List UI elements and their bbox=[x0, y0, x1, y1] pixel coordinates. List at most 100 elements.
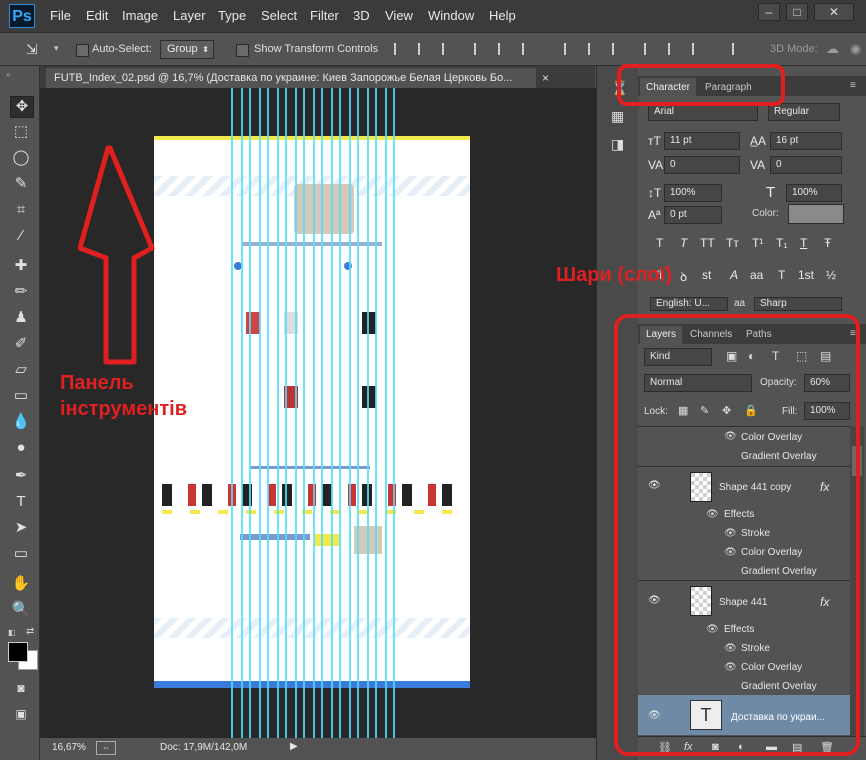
quick-mask-icon[interactable]: ◙ bbox=[10, 678, 32, 698]
foreground-color-swatch[interactable] bbox=[8, 642, 28, 662]
lasso-tool-icon[interactable]: ◯ bbox=[10, 148, 32, 168]
quick-selection-tool-icon[interactable]: ✎ bbox=[10, 174, 32, 194]
properties-panel-icon[interactable]: ▦ bbox=[611, 108, 624, 125]
menu-type[interactable]: Type bbox=[218, 8, 246, 23]
healing-brush-tool-icon[interactable]: ✚ bbox=[10, 256, 32, 276]
move-tool-icon[interactable]: ⇲ bbox=[26, 41, 38, 58]
distribute-hcenter-icon[interactable] bbox=[668, 43, 684, 55]
kerning-value: 0 bbox=[670, 159, 676, 170]
gradient-tool-icon[interactable]: ▭ bbox=[10, 386, 32, 406]
horizontal-scale-field[interactable]: 100% bbox=[786, 184, 842, 202]
align-bottom-icon[interactable] bbox=[442, 43, 458, 55]
auto-select-type-dropdown[interactable]: Group ⬍ bbox=[160, 40, 214, 59]
distribute-vcenter-icon[interactable] bbox=[588, 43, 604, 55]
distribute-bottom-icon[interactable] bbox=[612, 43, 628, 55]
leading-value: 16 pt bbox=[776, 135, 799, 146]
underline-button[interactable]: T bbox=[800, 236, 807, 250]
zoom-tool-icon[interactable]: 🔍 bbox=[10, 600, 32, 620]
maximize-button[interactable]: □ bbox=[786, 3, 808, 21]
auto-align-icon[interactable] bbox=[732, 43, 748, 55]
status-menu-arrow-icon[interactable]: ▶ bbox=[290, 741, 298, 752]
guide-line bbox=[339, 88, 341, 738]
old-style-button[interactable]: ꝺ bbox=[680, 268, 687, 285]
align-left-icon[interactable] bbox=[474, 43, 490, 55]
tool-preset-chevron-icon[interactable]: ▾ bbox=[54, 43, 59, 54]
menu-help[interactable]: Help bbox=[489, 8, 516, 23]
small-caps-button[interactable]: Tт bbox=[726, 236, 739, 250]
align-right-icon[interactable] bbox=[522, 43, 538, 55]
faux-italic-button[interactable]: T bbox=[680, 236, 687, 250]
annotation-layers-highlight bbox=[614, 314, 860, 756]
menu-layer[interactable]: Layer bbox=[173, 8, 206, 23]
antialias-dropdown[interactable]: Sharp bbox=[754, 297, 842, 311]
history-brush-tool-icon[interactable]: ✐ bbox=[10, 334, 32, 354]
align-vcenter-icon[interactable] bbox=[418, 43, 434, 55]
menu-select[interactable]: Select bbox=[261, 8, 297, 23]
menu-filter[interactable]: Filter bbox=[310, 8, 339, 23]
menu-file[interactable]: File bbox=[50, 8, 71, 23]
document-canvas[interactable] bbox=[154, 136, 470, 688]
clone-stamp-tool-icon[interactable]: ♟ bbox=[10, 308, 32, 328]
menu-view[interactable]: View bbox=[385, 8, 413, 23]
align-hcenter-icon[interactable] bbox=[498, 43, 514, 55]
document-tab[interactable]: FUTB_Index_02.psd @ 16,7% (Доставка по у… bbox=[46, 68, 536, 88]
swap-colors-icon[interactable]: ⇄ bbox=[26, 626, 34, 637]
minimize-button[interactable]: – bbox=[758, 3, 780, 21]
screen-mode-icon[interactable]: ▣ bbox=[10, 704, 32, 724]
3d-roll-icon[interactable]: ◉ bbox=[850, 41, 861, 57]
titling-alternates-button[interactable]: T bbox=[778, 268, 785, 282]
show-transform-checkbox[interactable] bbox=[236, 44, 249, 57]
ordinals-button[interactable]: 1st bbox=[798, 268, 814, 282]
discretionary-ligatures-button[interactable]: st bbox=[702, 268, 711, 282]
panel-menu-icon[interactable]: ≡ bbox=[850, 80, 856, 91]
3d-rotate-icon[interactable]: ☁ bbox=[826, 41, 839, 57]
tracking-field[interactable]: 0 bbox=[770, 156, 842, 174]
strikethrough-button[interactable]: Ŧ bbox=[824, 236, 831, 250]
menu-window[interactable]: Window bbox=[428, 8, 474, 23]
language-dropdown[interactable]: English: U... bbox=[650, 297, 728, 311]
distribute-top-icon[interactable] bbox=[564, 43, 580, 55]
zoom-level[interactable]: 16,67% bbox=[52, 742, 86, 753]
move-tool-icon[interactable]: ✥ bbox=[10, 96, 34, 118]
document-tab-close-button[interactable]: × bbox=[542, 71, 549, 85]
hand-tool-icon[interactable]: ✋ bbox=[10, 574, 32, 594]
menu-edit[interactable]: Edit bbox=[86, 8, 108, 23]
superscript-button[interactable]: T¹ bbox=[752, 236, 763, 250]
align-top-icon[interactable] bbox=[394, 43, 410, 55]
stylistic-alternates-button[interactable]: aa bbox=[750, 268, 763, 282]
marquee-tool-icon[interactable]: ⬚ bbox=[10, 122, 32, 142]
distribute-left-icon[interactable] bbox=[644, 43, 660, 55]
text-color-swatch[interactable] bbox=[788, 204, 844, 224]
menu-3d[interactable]: 3D bbox=[353, 8, 370, 23]
type-tool-icon[interactable]: T bbox=[10, 492, 32, 512]
auto-select-checkbox[interactable] bbox=[76, 44, 89, 57]
status-preview-icon[interactable]: ⇔ bbox=[96, 741, 116, 755]
dodge-tool-icon[interactable]: ● bbox=[10, 438, 32, 458]
distribute-right-icon[interactable] bbox=[692, 43, 708, 55]
swatches-panel-icon[interactable]: ◨ bbox=[611, 136, 624, 153]
font-style-dropdown[interactable]: Regular bbox=[768, 103, 840, 121]
rectangle-tool-icon[interactable]: ▭ bbox=[10, 544, 32, 564]
vertical-scale-field[interactable]: 100% bbox=[664, 184, 722, 202]
fractions-button[interactable]: ½ bbox=[826, 268, 836, 282]
subscript-button[interactable]: T₁ bbox=[776, 236, 787, 250]
all-caps-button[interactable]: TT bbox=[700, 236, 715, 250]
eraser-tool-icon[interactable]: ▱ bbox=[10, 360, 32, 380]
brush-tool-icon[interactable]: ✏ bbox=[10, 282, 32, 302]
guide-line bbox=[303, 88, 305, 738]
menu-image[interactable]: Image bbox=[122, 8, 158, 23]
close-button[interactable]: ✕ bbox=[814, 3, 854, 21]
eyedropper-tool-icon[interactable]: ⁄ bbox=[10, 226, 32, 246]
path-selection-tool-icon[interactable]: ➤ bbox=[10, 518, 32, 538]
collapse-toolbar-icon[interactable]: » bbox=[6, 70, 10, 79]
pen-tool-icon[interactable]: ✒ bbox=[10, 466, 32, 486]
swash-button[interactable]: A bbox=[730, 268, 738, 282]
leading-field[interactable]: 16 pt bbox=[770, 132, 842, 150]
font-size-field[interactable]: 11 pt bbox=[664, 132, 740, 150]
baseline-shift-field[interactable]: 0 pt bbox=[664, 206, 722, 224]
blur-tool-icon[interactable]: 💧 bbox=[10, 412, 32, 432]
default-colors-icon[interactable]: ◧ bbox=[8, 628, 16, 637]
crop-tool-icon[interactable]: ⌗ bbox=[10, 200, 32, 220]
kerning-field[interactable]: 0 bbox=[664, 156, 740, 174]
faux-bold-button[interactable]: T bbox=[656, 236, 663, 250]
